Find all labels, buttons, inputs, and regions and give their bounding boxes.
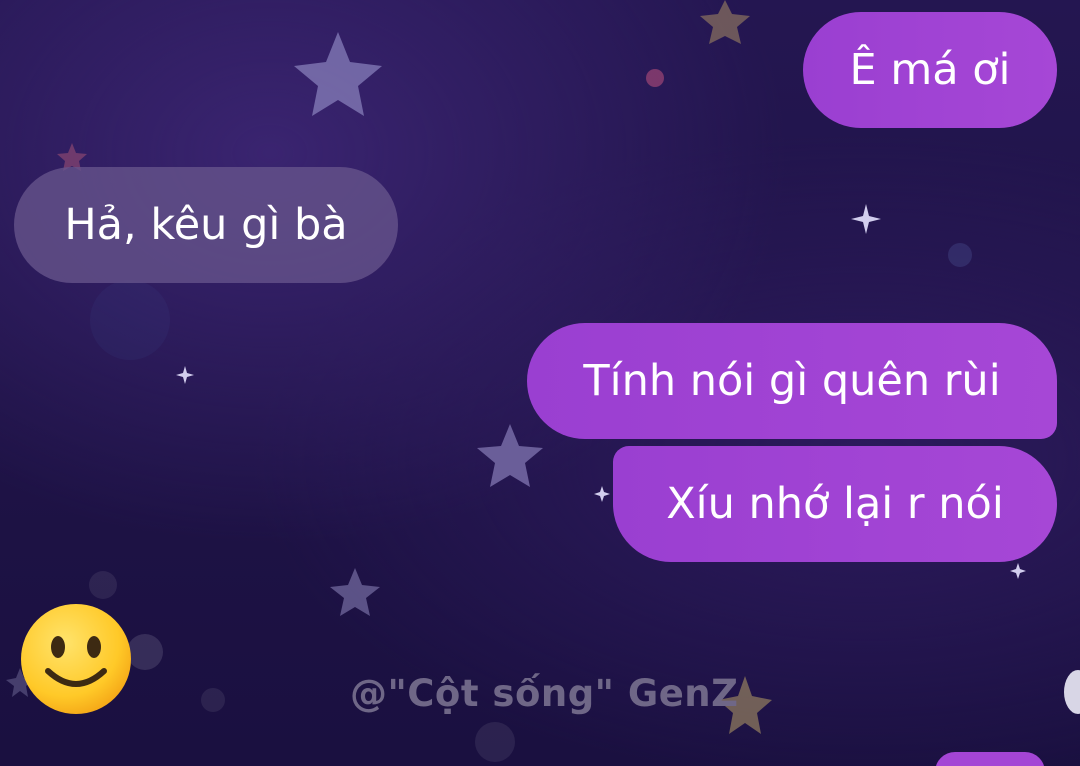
star-icon bbox=[477, 424, 543, 487]
message-text: Hả, kêu gì bà bbox=[64, 199, 348, 250]
star-icon bbox=[700, 0, 750, 44]
message-bubble-outgoing[interactable]: Ê má ơi bbox=[803, 12, 1057, 128]
watermark: @"Cột sống" GenZ bbox=[350, 672, 739, 715]
message-text: Tính nói gì quên rùi bbox=[583, 355, 1001, 406]
message-bubble-outgoing-partial[interactable] bbox=[935, 752, 1045, 766]
slightly-smiling-face-icon bbox=[21, 604, 131, 714]
message-text: Ê má ơi bbox=[849, 44, 1011, 95]
message-bubble-outgoing[interactable]: Tính nói gì quên rùi bbox=[527, 323, 1057, 439]
chat-thread: Ê má ơi Hả, kêu gì bà Tính nói gì quên r… bbox=[0, 0, 1080, 766]
star-icon bbox=[330, 568, 380, 616]
message-bubble-outgoing[interactable]: Xíu nhớ lại r nói bbox=[613, 446, 1057, 562]
star-icon bbox=[294, 32, 382, 116]
message-text: Xíu nhớ lại r nói bbox=[666, 478, 1004, 529]
scroll-handle[interactable] bbox=[1064, 670, 1080, 714]
message-bubble-incoming[interactable]: Hả, kêu gì bà bbox=[14, 167, 398, 283]
